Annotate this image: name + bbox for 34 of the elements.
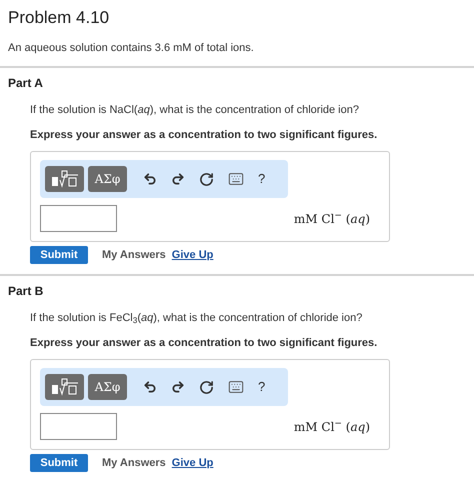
templates-icon bbox=[50, 378, 78, 396]
redo-icon[interactable] bbox=[171, 172, 185, 186]
keyboard-icon[interactable] bbox=[228, 171, 244, 187]
symbols-button[interactable]: ΑΣφ bbox=[88, 166, 127, 192]
my-answers-link[interactable]: My Answers bbox=[102, 454, 166, 472]
submit-button[interactable]: Submit bbox=[30, 246, 88, 264]
redo-icon[interactable] bbox=[171, 380, 185, 394]
help-button[interactable]: ? bbox=[258, 377, 266, 397]
question-text: If the solution is NaCl(aq), what is the concentration of chloride ion? bbox=[30, 103, 360, 118]
undo-icon[interactable] bbox=[143, 380, 157, 394]
question-text: If the solution is FeCl$_{3}$(aq), what is the concentration of chloride ion? bbox=[30, 311, 364, 326]
intro-text: An aqueous solution contains 3.6 mM of total ions. bbox=[8, 40, 255, 56]
part-title: Part B bbox=[7, 283, 44, 300]
unit-label: mM Cl$^{−}$ (aq) bbox=[294, 418, 370, 436]
symbols-button[interactable]: ΑΣφ bbox=[88, 374, 127, 400]
help-button[interactable]: ? bbox=[258, 169, 266, 189]
answer-field[interactable] bbox=[40, 413, 117, 440]
answer-field[interactable] bbox=[40, 205, 117, 232]
submit-button[interactable]: Submit bbox=[30, 454, 88, 472]
instruction-text: Express your answer as a concentration to two significant figures. bbox=[30, 128, 378, 142]
keyboard-icon[interactable] bbox=[228, 379, 244, 395]
reset-icon[interactable] bbox=[199, 172, 214, 186]
part-title: Part A bbox=[7, 75, 44, 92]
my-answers-link[interactable]: My Answers bbox=[102, 246, 166, 264]
give-up-link[interactable]: Give Up bbox=[172, 246, 214, 264]
problem-title: Problem 4.10 bbox=[8, 7, 110, 29]
templates-button[interactable] bbox=[45, 166, 84, 192]
instruction-text: Express your answer as a concentration to two significant figures. bbox=[30, 336, 378, 350]
reset-icon[interactable] bbox=[199, 380, 214, 394]
undo-icon[interactable] bbox=[143, 172, 157, 186]
give-up-link[interactable]: Give Up bbox=[172, 454, 214, 472]
templates-icon bbox=[50, 170, 78, 188]
templates-button[interactable] bbox=[45, 374, 84, 400]
unit-label: mM Cl$^{−}$ (aq) bbox=[294, 210, 370, 228]
